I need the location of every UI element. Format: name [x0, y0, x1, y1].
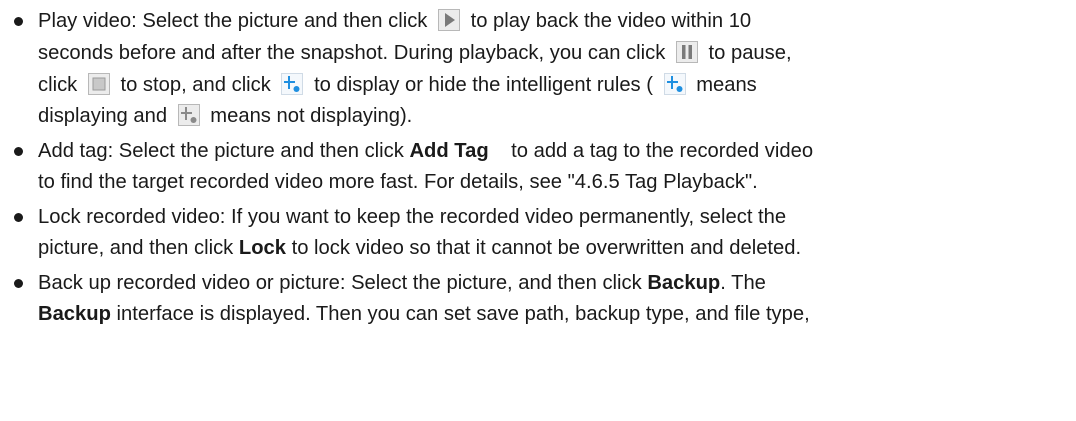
text-segment: Back up recorded video or picture: Selec… [38, 272, 642, 294]
add-tag-label: Add Tag [409, 140, 489, 162]
text-segment: Lock recorded video: If you want to keep… [38, 206, 787, 228]
text-segment: means not displaying). [210, 105, 413, 127]
text-line: to find the target recorded video more f… [38, 167, 758, 197]
text-segment: to add a tag to the recorded video [511, 140, 814, 162]
bullet-dot [14, 17, 23, 26]
pause-icon [675, 41, 698, 63]
text-line: Backup interface is displayed. Then you … [38, 299, 810, 329]
text-segment: Add tag: Select the picture and then cli… [38, 140, 404, 162]
text-segment: to stop, and click [120, 74, 271, 96]
text-segment: picture, and then click [38, 237, 234, 259]
text-segment: to find the target recorded video more f… [38, 171, 758, 193]
play-icon [438, 9, 460, 31]
bullet-dot [14, 147, 23, 156]
text-segment: Play video: Select the picture and then … [38, 10, 428, 32]
text-line: displaying and means not displaying). [38, 101, 412, 131]
text-segment: to display or hide the intelligent rules… [314, 74, 653, 96]
text-segment: interface is displayed. Then you can set… [116, 303, 810, 325]
text-segment: to lock video so that it cannot be overw… [291, 237, 802, 259]
stop-icon [87, 73, 110, 95]
backup-label: Backup [647, 272, 721, 294]
text-line: picture, and then click Lock to lock vid… [38, 233, 801, 263]
text-segment: click [38, 74, 78, 96]
text-line: seconds before and after the snapshot. D… [38, 38, 792, 68]
intelligent-rules-on-icon [663, 73, 686, 95]
document-page: Play video: Select the picture and then … [0, 0, 1076, 421]
text-line: Lock recorded video: If you want to keep… [38, 202, 786, 232]
text-line: click to stop, and click to display or h… [38, 70, 757, 100]
bullet-dot [14, 213, 23, 222]
text-segment: seconds before and after the snapshot. D… [38, 42, 666, 64]
text-line: Back up recorded video or picture: Selec… [38, 268, 766, 298]
text-segment: to play back the video within 10 [470, 10, 752, 32]
text-line: Add tag: Select the picture and then cli… [38, 136, 813, 166]
intelligent-rules-on-icon [281, 73, 304, 95]
lock-label: Lock [238, 237, 286, 259]
text-segment: means [696, 74, 757, 96]
text-segment: to pause, [708, 42, 792, 64]
bullet-dot [14, 279, 23, 288]
backup-label: Backup [38, 303, 111, 325]
text-segment: displaying and [38, 105, 168, 127]
text-segment: . The [720, 272, 766, 294]
text-line: Play video: Select the picture and then … [38, 6, 751, 36]
intelligent-rules-off-icon [177, 104, 200, 126]
